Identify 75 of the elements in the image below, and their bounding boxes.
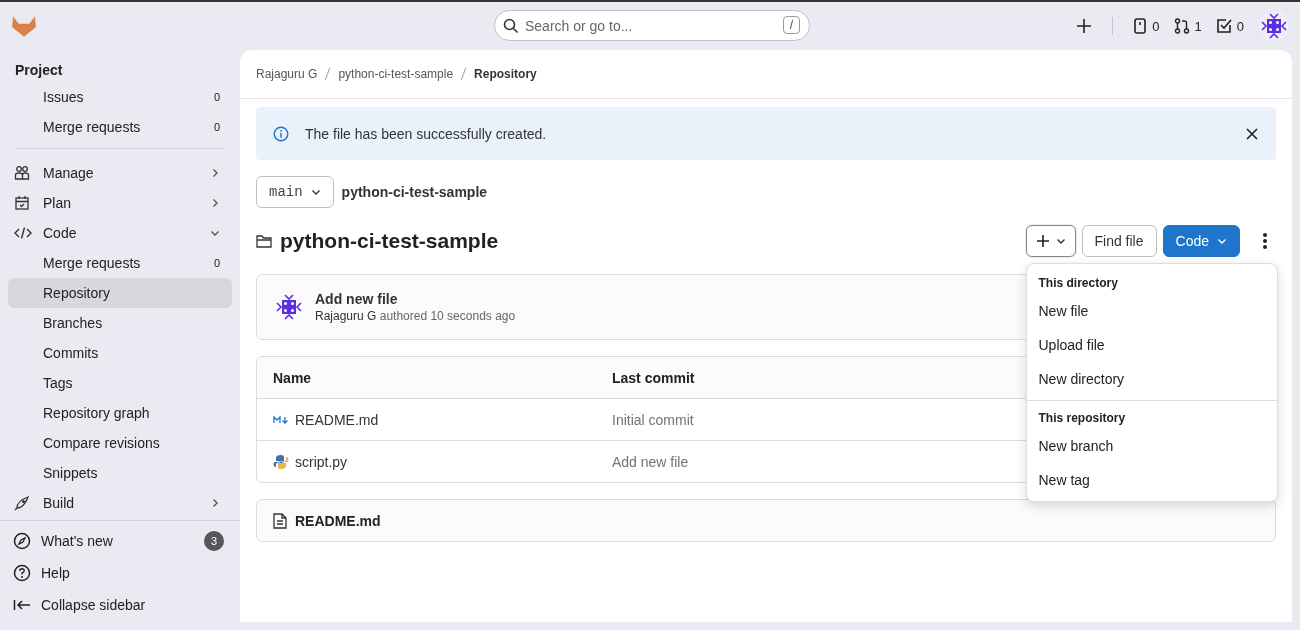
nav-group[interactable]: Code [8,218,232,248]
merge-requests-counter[interactable]: 1 [1173,18,1202,34]
sidebar-link[interactable]: Collapse sidebar [0,589,240,621]
chevron-icon [210,198,220,208]
file-link[interactable]: README.md [295,411,379,428]
nav-item[interactable]: Repository [8,278,232,308]
people-icon [14,165,30,181]
nav-item[interactable]: Snippets [8,458,232,488]
issues-counter[interactable]: 0 [1133,18,1160,34]
repository-path[interactable]: python-ci-test-sample [341,184,488,200]
menu-section-heading: This directory [1037,275,1119,292]
chevron-icon [1217,236,1227,246]
add-dropdown-button[interactable] [1025,225,1076,257]
menu-item[interactable]: Upload file [1026,328,1277,362]
nav-item[interactable]: Branches [8,308,232,338]
more-icon[interactable] [1262,232,1268,250]
nav-item[interactable]: Merge requests 0 [8,248,232,278]
chevron-icon [310,187,321,197]
chevron-icon [210,228,220,238]
chevron-icon [1055,236,1066,246]
markdown-icon [273,414,289,425]
menu-item[interactable]: New file [1026,294,1277,328]
commit-link[interactable]: Initial commit [612,411,694,428]
author-link[interactable]: Rajaguru G [315,309,377,323]
nav-group[interactable]: Build [8,488,232,518]
collapse-icon [13,598,31,612]
chevron-icon [210,168,220,178]
info-icon [273,125,289,142]
commit-time: authored 10 seconds ago [379,309,516,323]
nav-item[interactable]: Merge requests 0 [8,112,232,142]
nav-item[interactable]: Tags [8,368,232,398]
chevron-icon [210,498,220,508]
compass-icon [13,532,31,550]
page-title: python-ci-test-sample [280,229,500,253]
readme-title: README.md [295,512,381,529]
plus-icon[interactable] [1076,18,1093,34]
column-header: Name [273,369,313,386]
sidebar-link[interactable]: Help [0,557,240,589]
search-icon [503,18,519,34]
sidebar-heading: Project [14,61,64,80]
python-icon [273,453,289,470]
nav-item[interactable]: Repository graph [8,398,232,428]
file-icon [273,512,287,529]
avatar-icon[interactable] [1258,10,1290,42]
sidebar-link[interactable]: What's new 3 [0,525,240,557]
commit-title-link[interactable]: Add new file [315,291,516,307]
calendar-icon [14,195,30,211]
menu-item[interactable]: New branch [1026,429,1277,463]
breadcrumb-link[interactable]: python-ci-test-sample [338,67,454,81]
commit-link[interactable]: Add new file [612,453,689,470]
nav-item[interactable]: Commits [8,338,232,368]
menu-item[interactable]: New tag [1026,463,1277,497]
file-link[interactable]: script.py [295,453,348,470]
nav-item[interactable]: Compare revisions [8,428,232,458]
plus-icon [1035,234,1050,248]
nav-item[interactable]: Issues 0 [8,82,232,112]
menu-item[interactable]: New directory [1026,362,1277,396]
rocket-icon [14,495,30,511]
folder-icon [256,234,272,248]
todos-counter[interactable]: 0 [1215,18,1244,34]
breadcrumb-link[interactable]: Repository [474,67,537,81]
nav-group[interactable]: Plan [8,188,232,218]
code-button[interactable]: Code [1162,225,1240,257]
code-icon [14,226,32,240]
branch-dropdown[interactable]: main [256,176,334,208]
help-icon [13,564,31,582]
column-header: Last commit [612,369,696,386]
close-icon[interactable] [1246,127,1258,140]
shortcut-key: / [782,16,800,34]
menu-section-heading: This repository [1037,410,1127,427]
alert-message: The file has been successfully created. [305,125,548,142]
find-file-button[interactable]: Find file [1081,225,1157,257]
nav-group[interactable]: Manage [8,158,232,188]
count-badge: 3 [204,531,224,551]
breadcrumb-link[interactable]: Rajaguru G [256,67,318,81]
